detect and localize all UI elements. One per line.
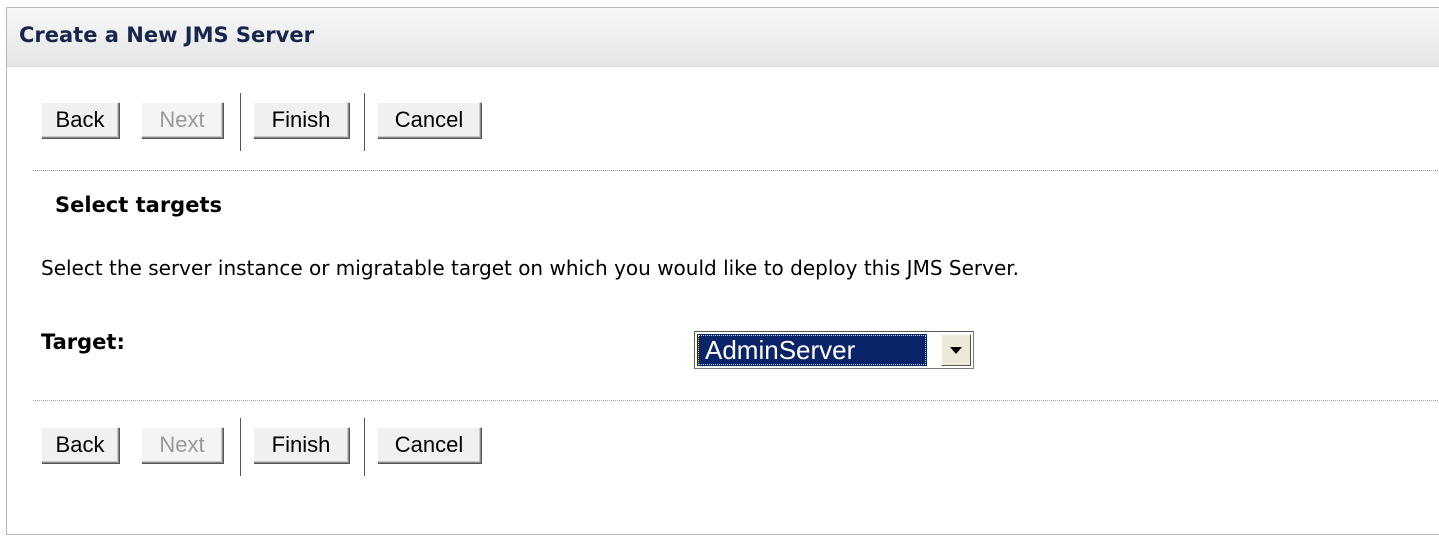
dropdown-button[interactable] [941, 334, 971, 366]
chevron-down-icon [950, 346, 962, 354]
target-label: Target: [41, 330, 125, 354]
target-select[interactable]: AdminServer [694, 331, 974, 369]
wizard-buttons-bottom: Back Next Finish Cancel [35, 418, 595, 476]
finish-button[interactable]: Finish [253, 427, 349, 463]
next-button[interactable]: Next [141, 102, 223, 138]
section-title: Select targets [55, 193, 222, 217]
button-separator [240, 418, 241, 476]
back-button[interactable]: Back [41, 427, 119, 463]
divider [33, 170, 1439, 171]
wizard-buttons-top: Back Next Finish Cancel [35, 93, 595, 151]
divider [33, 400, 1439, 401]
button-separator [364, 418, 365, 476]
button-separator [364, 93, 365, 151]
create-jms-server-panel: Create a New JMS Server Back Next Finish… [6, 7, 1439, 535]
section-description: Select the server instance or migratable… [41, 256, 1019, 280]
back-button[interactable]: Back [41, 102, 119, 138]
target-select-value: AdminServer [697, 334, 927, 366]
next-button[interactable]: Next [141, 427, 223, 463]
page-title: Create a New JMS Server [19, 23, 314, 47]
cancel-button[interactable]: Cancel [377, 102, 481, 138]
cancel-button[interactable]: Cancel [377, 427, 481, 463]
finish-button[interactable]: Finish [253, 102, 349, 138]
panel-header: Create a New JMS Server [7, 8, 1439, 67]
button-separator [240, 93, 241, 151]
